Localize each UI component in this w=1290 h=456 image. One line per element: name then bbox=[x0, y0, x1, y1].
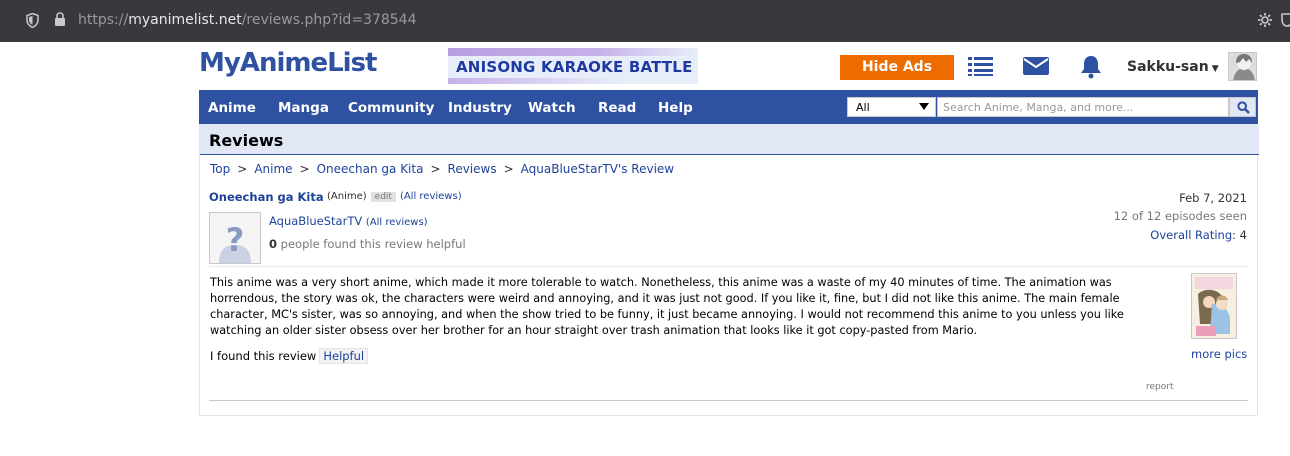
search-category-value: All bbox=[856, 101, 870, 114]
breadcrumb-review[interactable]: AquaBlueStarTV's Review bbox=[521, 162, 674, 176]
breadcrumb-reviews[interactable]: Reviews bbox=[448, 162, 497, 176]
breadcrumb-separator: > bbox=[299, 162, 310, 176]
nav-community[interactable]: Community bbox=[348, 100, 434, 116]
review-body: This anime was a very short anime, which… bbox=[210, 276, 1124, 337]
search-category-select[interactable]: All bbox=[847, 97, 936, 117]
review-date: Feb 7, 2021 bbox=[1179, 191, 1247, 205]
anime-meta: (Anime) edit (All reviews) bbox=[327, 191, 462, 202]
dropdown-arrow-icon bbox=[919, 103, 929, 110]
breadcrumb-separator: > bbox=[237, 162, 248, 176]
nav-manga[interactable]: Manga bbox=[278, 100, 329, 116]
banner-stripe-top bbox=[448, 48, 698, 56]
overall-rating-colon: : bbox=[1232, 228, 1240, 242]
site-logo[interactable]: MyAnimeList bbox=[199, 48, 377, 78]
helpful-count-text: people found this review helpful bbox=[280, 237, 466, 251]
svg-text:?: ? bbox=[226, 221, 245, 259]
username-label: Sakku-san bbox=[1127, 59, 1209, 75]
breadcrumb-separator: > bbox=[503, 162, 514, 176]
browser-toolbar: https://myanimelist.net/reviews.php?id=3… bbox=[0, 0, 1290, 42]
list-icon[interactable] bbox=[968, 55, 993, 80]
url-path: /reviews.php?id=378544 bbox=[241, 12, 417, 28]
nav-anime[interactable]: Anime bbox=[208, 100, 256, 116]
overall-rating-label[interactable]: Overall Rating bbox=[1150, 228, 1232, 242]
bell-icon[interactable] bbox=[1080, 55, 1102, 82]
found-helpful-line: I found this review Helpful bbox=[210, 348, 369, 364]
breadcrumb-anime-title[interactable]: Oneechan ga Kita bbox=[317, 162, 424, 176]
nav-watch[interactable]: Watch bbox=[528, 100, 576, 116]
url-scheme: https:// bbox=[78, 12, 129, 28]
ad-banner[interactable]: ANISONG KARAOKE BATTLE bbox=[448, 48, 698, 84]
search-input[interactable]: Search Anime, Manga, and more... bbox=[937, 97, 1229, 117]
helpful-count-line: 0 people found this review helpful bbox=[269, 237, 466, 251]
breadcrumb-top[interactable]: Top bbox=[210, 162, 230, 176]
overall-rating: Overall Rating: 4 bbox=[1150, 228, 1247, 242]
user-avatar[interactable] bbox=[1228, 52, 1257, 81]
reviewer-avatar[interactable]: ? bbox=[209, 212, 261, 264]
reviewer-line: AquaBlueStarTV (All reviews) bbox=[269, 214, 428, 228]
banner-stripe-bottom bbox=[448, 78, 698, 84]
helpful-button[interactable]: Helpful bbox=[319, 348, 369, 364]
report-link[interactable]: report bbox=[1146, 382, 1174, 392]
helpful-count: 0 bbox=[269, 237, 278, 251]
address-bar[interactable]: https://myanimelist.net/reviews.php?id=3… bbox=[78, 12, 417, 28]
divider bbox=[209, 266, 1248, 267]
nav-read[interactable]: Read bbox=[598, 100, 636, 116]
breadcrumb-separator: > bbox=[430, 162, 441, 176]
anime-title-link[interactable]: Oneechan ga Kita bbox=[209, 190, 324, 204]
breadcrumb-anime[interactable]: Anime bbox=[254, 162, 292, 176]
chevron-down-icon: ▼ bbox=[1211, 64, 1219, 74]
settings-icon[interactable] bbox=[1257, 12, 1273, 31]
hide-ads-button[interactable]: Hide Ads bbox=[840, 55, 954, 80]
main-nav: Anime Manga Community Industry Watch Rea… bbox=[199, 90, 1258, 124]
search-button[interactable] bbox=[1229, 97, 1256, 117]
episodes-seen: 12 of 12 episodes seen bbox=[1113, 209, 1247, 223]
search-icon bbox=[1237, 101, 1250, 117]
overall-rating-value: 4 bbox=[1239, 228, 1247, 242]
divider bbox=[209, 400, 1248, 401]
nav-help[interactable]: Help bbox=[658, 100, 693, 116]
url-host: myanimelist.net bbox=[128, 12, 242, 28]
breadcrumb: Top > Anime > Oneechan ga Kita > Reviews > AquaB… bbox=[210, 162, 674, 176]
tracking-shield-icon[interactable] bbox=[26, 12, 39, 31]
found-helpful-label: I found this review bbox=[210, 349, 317, 363]
lock-icon[interactable] bbox=[54, 12, 66, 30]
user-menu[interactable]: Sakku-san ▼ bbox=[1127, 59, 1219, 75]
page-header: Reviews bbox=[200, 124, 1259, 155]
anime-all-reviews-link[interactable]: (All reviews) bbox=[400, 191, 462, 202]
reviewer-all-reviews-link[interactable]: (All reviews) bbox=[366, 217, 428, 228]
mail-icon[interactable] bbox=[1023, 55, 1049, 80]
nav-industry[interactable]: Industry bbox=[448, 100, 512, 116]
page-title: Reviews bbox=[209, 131, 284, 150]
pocket-icon[interactable] bbox=[1281, 12, 1290, 31]
banner-text: ANISONG KARAOKE BATTLE bbox=[456, 58, 693, 76]
edit-button[interactable]: edit bbox=[370, 192, 396, 202]
reviewer-name-link[interactable]: AquaBlueStarTV bbox=[269, 214, 362, 228]
search-placeholder: Search Anime, Manga, and more... bbox=[943, 101, 1134, 114]
anime-cover-image[interactable] bbox=[1191, 273, 1237, 339]
more-pics-link[interactable]: more pics bbox=[1191, 347, 1247, 361]
anime-type: (Anime) bbox=[327, 191, 367, 202]
